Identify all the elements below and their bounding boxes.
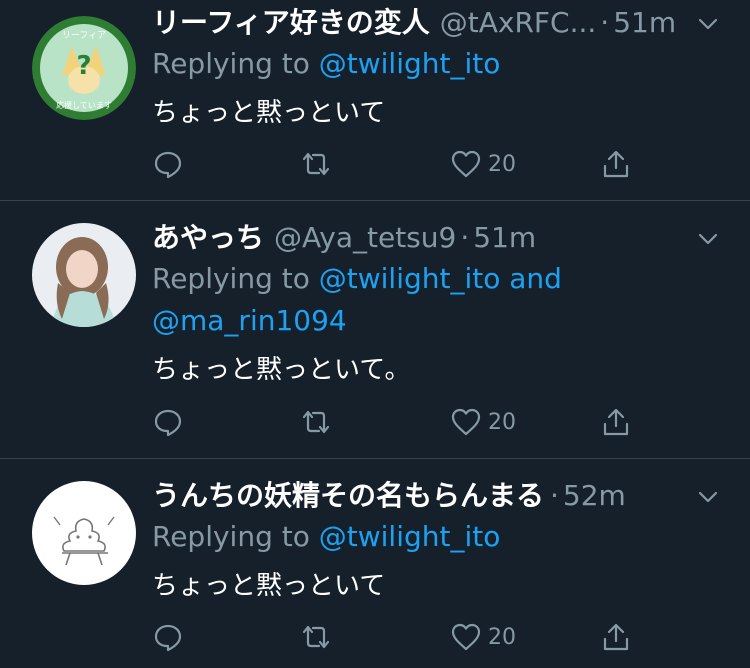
timestamp[interactable]: 51m — [473, 221, 536, 255]
heart-icon — [451, 623, 481, 651]
mention-link[interactable]: @twilight_ito — [319, 520, 501, 553]
comment-bubble-icon — [154, 624, 182, 652]
retweet-arrows-icon — [302, 625, 330, 649]
mention-link[interactable]: @twilight_ito — [319, 262, 501, 295]
mention-joiner: and — [500, 262, 562, 295]
share-upload-icon — [603, 150, 629, 178]
like-button[interactable]: 20 — [450, 619, 516, 655]
chevron-down-icon[interactable] — [696, 227, 720, 251]
share-button[interactable] — [600, 146, 632, 182]
replying-to: Replying to @twilight_ito — [152, 516, 712, 558]
svg-text:?: ? — [76, 51, 91, 81]
like-count: 20 — [488, 409, 516, 435]
tweet-header: あやっち @Aya_tetsu9 · 51m — [152, 221, 690, 255]
timestamp[interactable]: 51m — [613, 6, 676, 40]
heart-icon — [451, 408, 481, 436]
replying-to-label: Replying to — [152, 520, 319, 553]
share-button[interactable] — [600, 619, 632, 655]
tweet-item[interactable]: ? リーフィア 応援しています リーフィア好きの変人 @tAxRFC... · … — [0, 0, 750, 201]
tweet-text: ちょっと黙っといて — [152, 571, 386, 601]
heart-icon — [451, 150, 481, 178]
retweet-button[interactable] — [300, 404, 332, 440]
display-name[interactable]: リーフィア好きの変人 — [152, 6, 430, 40]
display-name[interactable]: うんちの妖精その名もらんまる — [152, 479, 544, 513]
user-handle[interactable]: @tAxRFC... — [440, 6, 597, 40]
action-bar: 20 — [152, 404, 632, 440]
comment-bubble-icon — [154, 409, 182, 437]
action-bar: 20 — [152, 619, 632, 655]
like-button[interactable]: 20 — [450, 146, 516, 182]
tweet-text: ちょっと黙っといて — [152, 98, 386, 128]
dot-separator: · — [550, 479, 559, 512]
timestamp[interactable]: 52m — [563, 479, 626, 513]
share-upload-icon — [603, 408, 629, 436]
tweet-header: リーフィア好きの変人 @tAxRFC... · 51m — [152, 6, 690, 40]
replying-to: Replying to @twilight_ito — [152, 43, 712, 85]
tweet-item[interactable]: うんちの妖精その名もらんまる · 52m Replying to @twilig… — [0, 459, 750, 668]
retweet-button[interactable] — [300, 619, 332, 655]
retweet-arrows-icon — [302, 410, 330, 434]
reply-button[interactable] — [152, 404, 184, 440]
tweet-header: うんちの妖精その名もらんまる · 52m — [152, 479, 690, 513]
dot-separator: · — [600, 6, 610, 39]
replying-to-label: Replying to — [152, 47, 319, 80]
action-bar: 20 — [152, 146, 632, 182]
retweet-arrows-icon — [302, 152, 330, 176]
tweet-item[interactable]: あやっち @Aya_tetsu9 · 51m Replying to @twil… — [0, 201, 750, 459]
display-name[interactable]: あやっち — [152, 221, 264, 255]
share-button[interactable] — [600, 404, 632, 440]
mention-link[interactable]: @ma_rin1094 — [152, 304, 347, 337]
reply-button[interactable] — [152, 619, 184, 655]
reply-button[interactable] — [152, 146, 184, 182]
replying-to: Replying to @twilight_ito and @ma_rin1094 — [152, 258, 712, 342]
like-count: 20 — [488, 624, 516, 650]
share-upload-icon — [603, 623, 629, 651]
replying-to-label: Replying to — [152, 262, 319, 295]
avatar[interactable]: ? リーフィア 応援しています — [32, 16, 136, 120]
retweet-button[interactable] — [300, 146, 332, 182]
tweet-text: ちょっと黙っといて。 — [152, 355, 411, 385]
like-count: 20 — [488, 151, 516, 177]
dot-separator: · — [460, 221, 470, 254]
chevron-down-icon[interactable] — [696, 485, 720, 509]
avatar-text-bottom: 応援しています — [56, 100, 112, 110]
chevron-down-icon[interactable] — [696, 12, 720, 36]
avatar[interactable] — [32, 481, 136, 585]
mention-link[interactable]: @twilight_ito — [319, 47, 501, 80]
avatar-text-top: リーフィア — [62, 31, 106, 41]
like-button[interactable]: 20 — [450, 404, 516, 440]
user-handle[interactable]: @Aya_tetsu9 — [274, 221, 456, 255]
comment-bubble-icon — [154, 151, 182, 179]
avatar[interactable] — [32, 223, 136, 327]
